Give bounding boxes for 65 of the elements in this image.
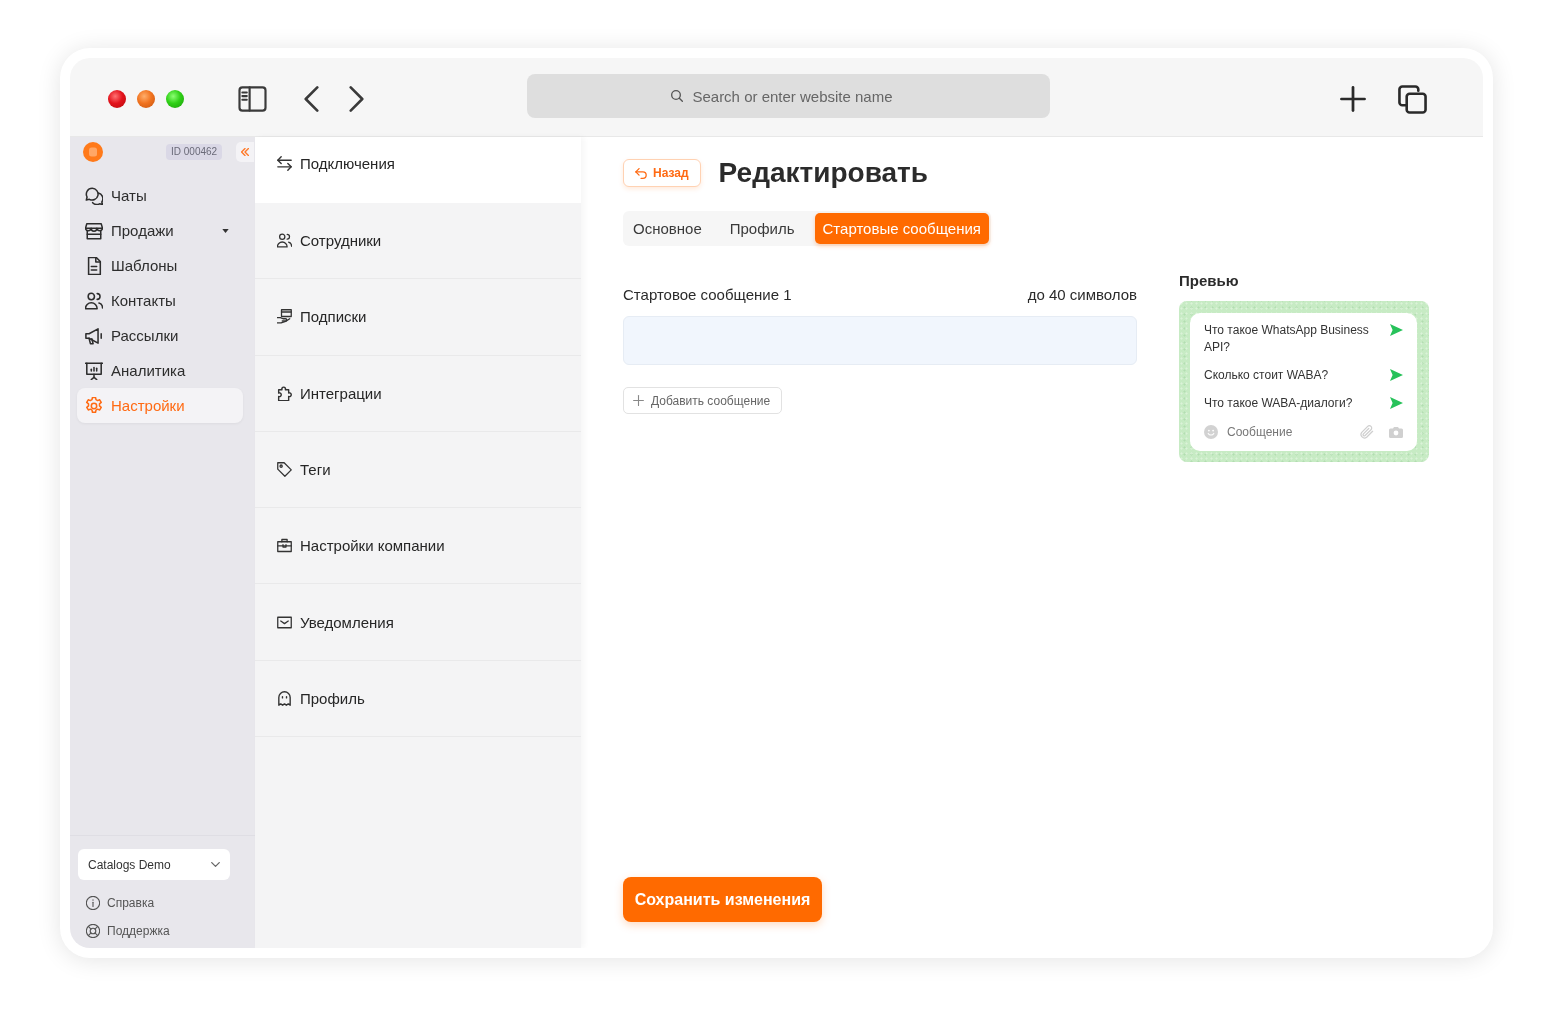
users-icon bbox=[85, 291, 103, 310]
send-icon bbox=[1390, 324, 1403, 336]
tab-overview-button[interactable] bbox=[1397, 84, 1427, 114]
footer-link[interactable]: Поддержка bbox=[86, 921, 170, 941]
search-icon bbox=[671, 90, 683, 102]
paperclip-icon bbox=[1360, 424, 1374, 439]
chat-bubbles-icon bbox=[85, 186, 103, 205]
new-tab-button[interactable] bbox=[1339, 85, 1367, 113]
plus-icon bbox=[633, 395, 644, 406]
tab[interactable]: Основное bbox=[625, 213, 710, 244]
workspace-select[interactable]: Catalogs Demo bbox=[78, 849, 230, 880]
document-icon bbox=[85, 256, 103, 275]
nav-item[interactable]: Чаты bbox=[77, 178, 243, 213]
page-title: Редактировать bbox=[718, 159, 928, 187]
sidebar-icon bbox=[235, 86, 269, 112]
sidebar-toggle-button[interactable] bbox=[235, 85, 269, 113]
account-id-badge: ID 000462 bbox=[166, 144, 223, 160]
chevron-left-icon bbox=[303, 86, 319, 112]
store-icon bbox=[85, 221, 103, 240]
envelope-icon bbox=[277, 614, 292, 630]
users-icon bbox=[277, 233, 292, 249]
minimize-window-button[interactable] bbox=[137, 90, 155, 108]
nav-item[interactable]: Рассылки bbox=[77, 318, 243, 353]
close-window-button[interactable] bbox=[108, 90, 126, 108]
message-composer-field[interactable]: Сообщение bbox=[1227, 424, 1351, 439]
chevron-right-icon bbox=[348, 86, 364, 112]
arrows-swap-icon bbox=[277, 156, 292, 171]
plus-icon bbox=[1340, 86, 1366, 112]
address-bar[interactable]: Search or enter website name bbox=[527, 74, 1050, 118]
nav-item[interactable]: Шаблоны bbox=[77, 248, 243, 283]
logo-icon bbox=[83, 142, 103, 162]
message-input[interactable] bbox=[623, 316, 1137, 365]
back-arrow-icon bbox=[635, 167, 647, 179]
smiley-icon bbox=[1204, 424, 1218, 439]
lifebuoy-icon bbox=[86, 924, 100, 938]
caret-down-icon bbox=[222, 228, 229, 233]
puzzle-icon bbox=[277, 385, 292, 401]
info-icon bbox=[86, 896, 100, 910]
tag-icon bbox=[277, 462, 292, 478]
nav-item[interactable]: Аналитика bbox=[77, 353, 243, 388]
megaphone-icon bbox=[85, 326, 103, 345]
quick-reply-text: Что такое WhatsApp Business API? bbox=[1204, 322, 1370, 356]
quick-reply-text: Что такое WABA-диалоги? bbox=[1204, 395, 1354, 412]
preview-title: Превью bbox=[1179, 272, 1240, 290]
tabs-icon bbox=[1397, 84, 1427, 114]
field-label: Стартовое сообщение 1 bbox=[623, 286, 792, 304]
chevron-down-icon bbox=[211, 862, 220, 867]
card-in-hand-icon bbox=[277, 309, 292, 325]
ghost-icon bbox=[277, 690, 292, 706]
camera-icon bbox=[1389, 425, 1403, 438]
presentation-board-icon bbox=[85, 361, 103, 380]
send-icon bbox=[1390, 397, 1403, 409]
quick-reply-text: Сколько стоит WABA? bbox=[1204, 367, 1330, 384]
forward-button[interactable] bbox=[346, 85, 366, 113]
character-limit-hint: до 40 символов bbox=[1027, 286, 1137, 304]
gear-icon bbox=[85, 396, 103, 415]
send-icon bbox=[1390, 369, 1403, 381]
settings-menu-item[interactable]: Подключения bbox=[255, 137, 581, 203]
double-chevron-left-icon bbox=[241, 148, 249, 156]
nav-item[interactable]: Контакты bbox=[77, 283, 243, 318]
add-message-button[interactable]: Добавить сообщение bbox=[623, 387, 783, 414]
footer-link[interactable]: Справка bbox=[86, 893, 155, 913]
briefcase-icon bbox=[277, 538, 292, 554]
tab[interactable]: Профиль bbox=[721, 213, 803, 244]
nav-item[interactable]: Продажи bbox=[77, 213, 243, 248]
